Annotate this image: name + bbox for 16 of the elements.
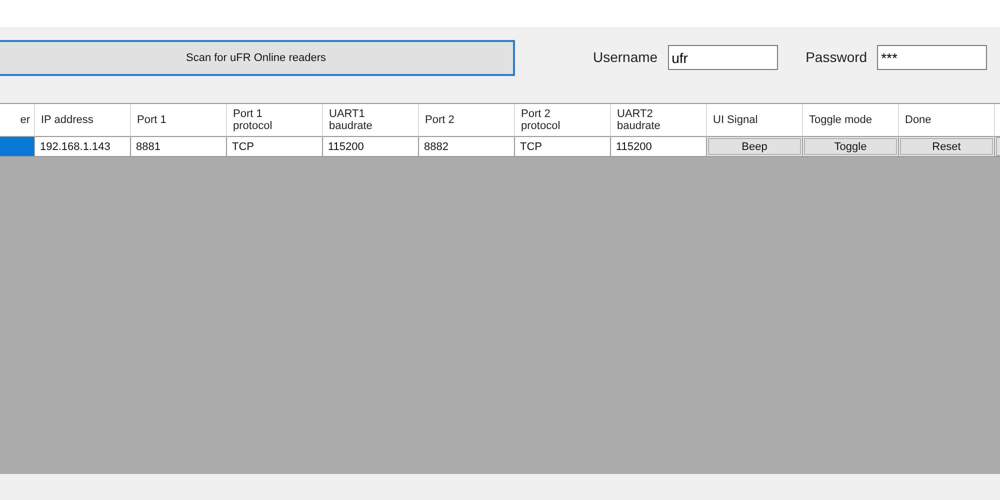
- password-label: Password: [806, 49, 868, 65]
- table-cell: TCP: [515, 137, 611, 157]
- table-cell: 192.168.1.143: [35, 137, 131, 157]
- table-cell: 8882: [419, 137, 515, 157]
- username-label: Username: [593, 49, 658, 65]
- table-cell: TCP: [227, 137, 323, 157]
- table-cell: 115200: [611, 137, 707, 157]
- table-cell: 115200: [323, 137, 419, 157]
- selected-cell[interactable]: [0, 137, 35, 157]
- scan-button[interactable]: Scan for uFR Online readers: [0, 40, 515, 76]
- password-field[interactable]: ***: [877, 45, 988, 70]
- table-cell: 8881: [131, 137, 227, 157]
- cell-button[interactable]: Reset: [900, 138, 993, 155]
- cell-button[interactable]: Toggle: [804, 138, 897, 155]
- cell-button[interactable]: Beep: [708, 138, 801, 155]
- username-field[interactable]: ufr: [668, 45, 778, 70]
